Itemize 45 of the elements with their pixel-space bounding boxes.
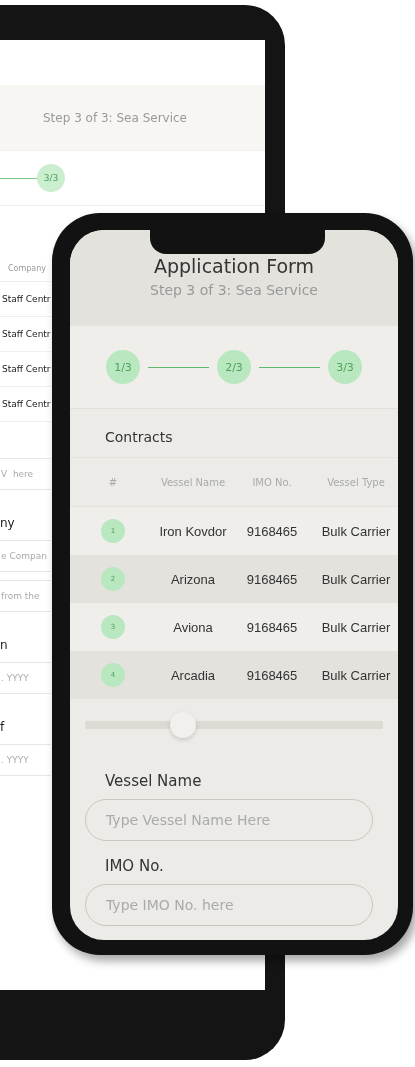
input-field[interactable]: Type IMO No. here [85,884,373,926]
table-cell-text: Iron Kovdor [158,523,228,539]
table-cell: Staff Centr [0,317,51,352]
step-indicator: 1/3 [106,350,140,384]
field-label: Vessel Name [104,772,203,790]
step-connector [148,366,209,368]
table-cell-text: Bulk Carrier [320,619,392,635]
table-cell-text: 9168465 [245,619,299,635]
table-cell-text: Arizona [169,571,217,587]
step-indicator: 3/3 [37,164,65,192]
table-cell-text: Bulk Carrier [320,523,392,539]
column-header: IMO No. [251,476,293,488]
step-connector [0,177,37,179]
field-label: f [0,720,5,734]
input-field[interactable]: V here [0,458,51,490]
column-header: Vessel Name [159,476,227,488]
table-cell-text: 9168465 [245,571,299,587]
step-subtitle: Step 3 of 3: Sea Service [149,282,319,298]
table-cell: Staff Centr [0,282,51,317]
table-cell-text: Bulk Carrier [320,571,392,587]
step-indicator: 2/3 [217,350,251,384]
field-label: ny [0,516,15,530]
table-cell-text: 9168465 [245,667,299,683]
table-cell-text: Arcadia [169,667,217,683]
step-connector [259,366,320,368]
input-field[interactable]: e Compan [0,540,51,572]
form-title: Application Form [152,255,316,277]
input-field[interactable]: from the [0,580,51,612]
input-field[interactable]: . YYYY [0,744,51,776]
field-label: IMO No. [104,857,165,875]
table-cell: Staff Centr [0,387,51,422]
input-field[interactable]: . YYYY [0,662,51,694]
table-cell-text: Aviona [172,619,214,635]
step-subtitle: Step 3 of 3: Sea Service [43,110,187,125]
table-cell-text: Bulk Carrier [320,667,392,683]
table-cell: Staff Centr [0,352,51,387]
column-header: Vessel Type [326,476,386,488]
table-cell-text: 9168465 [245,523,299,539]
column-header: Company [0,256,51,282]
scrollbar-thumb[interactable] [170,712,196,738]
step-indicator: 3/3 [328,350,362,384]
section-title: Contracts [104,428,174,447]
input-field[interactable]: Type Vessel Name Here [85,799,373,841]
field-label: n [0,638,8,652]
column-header: # [107,476,119,488]
